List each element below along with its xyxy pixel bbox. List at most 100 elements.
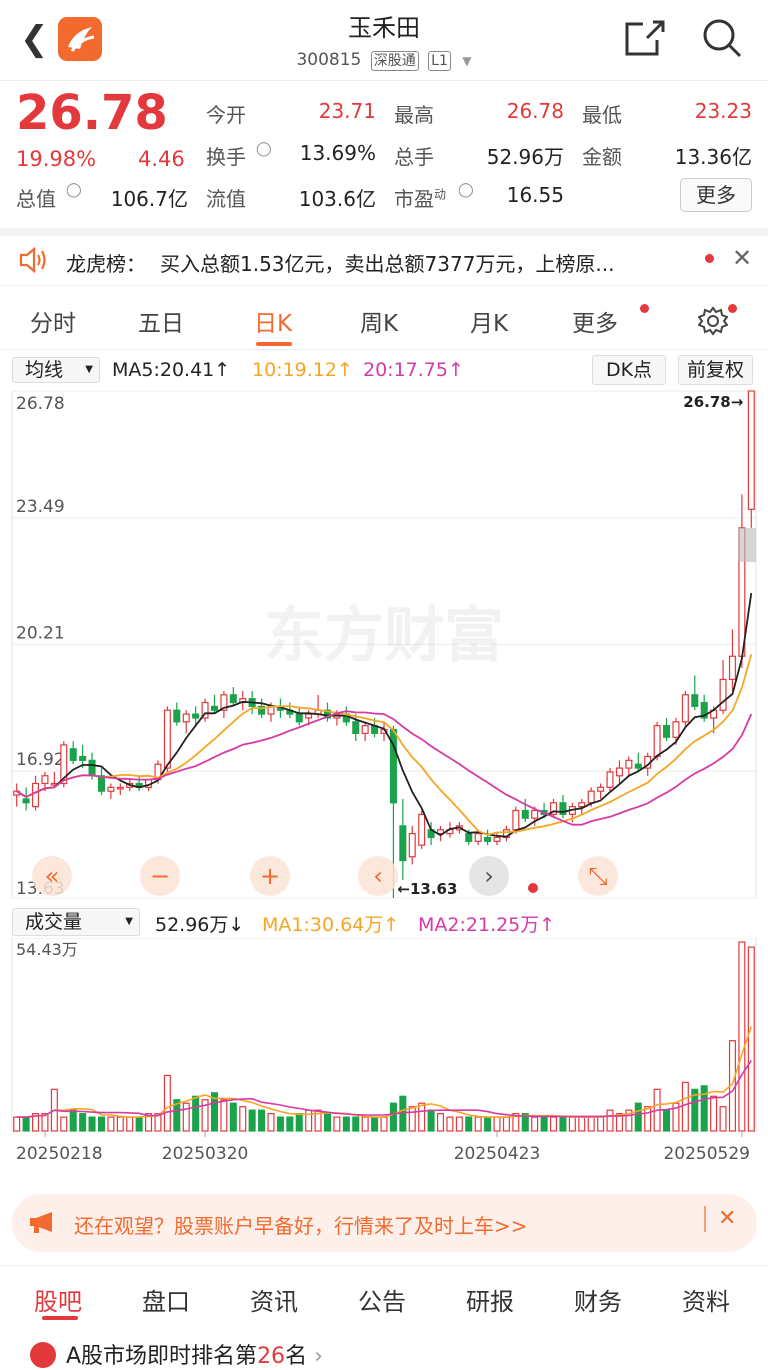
tab-weekly-k[interactable]: 周K: [360, 304, 398, 338]
volume-bar: [663, 1109, 671, 1132]
close-icon[interactable]: ✕: [718, 1206, 736, 1231]
promo-banner[interactable]: 还在观望？股票账户早备好，行情来了及时上车>> ✕: [12, 1194, 757, 1252]
tab-monthly-k[interactable]: 月K: [470, 304, 508, 338]
vol-ma2: MA2:21.25万↑: [418, 914, 556, 936]
control-glyph: +: [260, 862, 280, 890]
candle: [116, 786, 124, 790]
tab-indicator: [42, 1316, 78, 1320]
lhb-label: 龙虎榜：: [66, 252, 146, 276]
tab-5day[interactable]: 五日: [138, 304, 184, 338]
dropdown-arrow-icon: ▼: [125, 916, 133, 927]
dk-point-button[interactable]: DK点: [592, 355, 666, 385]
search-icon[interactable]: [700, 16, 744, 60]
volume-bar: [559, 1116, 567, 1132]
candle: [615, 767, 623, 777]
date-label: 20250320: [162, 1144, 249, 1164]
candle: [22, 798, 30, 804]
control-glyph: ⤡: [588, 862, 607, 890]
tab-pankou[interactable]: 盘口: [142, 1282, 190, 1317]
kline-chart[interactable]: 26.7823.4920.2116.9213.63东方财富26.78→←13.6…: [0, 388, 768, 906]
volume-bar: [644, 1106, 652, 1132]
candle: [493, 836, 501, 842]
promo-text: 还在观望？股票账户早备好，行情来了及时上车>>: [74, 1214, 528, 1238]
amount-label: 金额: [582, 145, 622, 169]
candle: [691, 694, 699, 707]
tab-announcements[interactable]: 公告: [358, 1282, 406, 1317]
float-value: 103.6亿: [298, 187, 376, 211]
volume-bar: [333, 1116, 341, 1132]
info-icon[interactable]: ◯: [66, 182, 82, 198]
volume-bar: [342, 1116, 350, 1132]
pe-value: 16.55: [506, 183, 564, 207]
candle: [512, 809, 520, 831]
volume-bar: [229, 1102, 237, 1132]
megaphone-icon: [28, 1210, 58, 1238]
share-icon[interactable]: [623, 16, 667, 60]
tab-more[interactable]: 更多: [572, 304, 618, 338]
volume-bar: [126, 1116, 134, 1132]
notification-dot: [640, 304, 649, 313]
tab-news[interactable]: 资讯: [250, 1282, 298, 1317]
volume-chart[interactable]: 54.43万 20250218 20250320 20250423 20250529: [0, 938, 768, 1168]
candle: [484, 836, 492, 842]
ma-selector[interactable]: 均线 ▼: [12, 357, 100, 383]
tab-profile[interactable]: 资料: [682, 1282, 730, 1317]
tab-guba[interactable]: 股吧: [34, 1282, 82, 1317]
zoom-in-icon[interactable]: +: [250, 856, 290, 896]
more-button[interactable]: 更多: [680, 178, 752, 212]
tab-indicator: [256, 342, 292, 346]
scroll-left-icon[interactable]: «: [32, 856, 72, 896]
volume-bar: [474, 1116, 482, 1132]
adjust-button[interactable]: 前复权: [678, 355, 753, 385]
low-value: 23.23: [694, 99, 752, 123]
volume-bar: [436, 1113, 445, 1132]
volume-bar: [69, 1109, 77, 1132]
min-price-tag: ←13.63: [397, 880, 457, 898]
control-glyph: ‹: [373, 862, 383, 890]
amount-value: 13.36亿: [674, 145, 752, 169]
volume-bar: [747, 946, 755, 1132]
y-tick-label: 16.92: [16, 750, 65, 770]
tab-minute[interactable]: 分时: [30, 304, 76, 338]
volume-bar: [13, 1116, 21, 1132]
volume-value: 52.96万↓: [155, 914, 245, 936]
cursor-highlight: [738, 528, 756, 562]
volume-selector[interactable]: 成交量 ▼: [12, 908, 140, 936]
prev-icon[interactable]: ‹: [358, 856, 398, 896]
volume-label: 总手: [394, 145, 434, 169]
volume-bar: [286, 1116, 294, 1132]
candle: [578, 802, 586, 808]
last-price: 26.78: [16, 85, 168, 141]
control-glyph: −: [150, 862, 170, 890]
settings-icon[interactable]: [697, 306, 729, 340]
date-label: 20250529: [663, 1144, 750, 1164]
candle: [606, 771, 614, 788]
period-tabs: 分时 五日 日K 周K 月K 更多: [0, 290, 768, 350]
turnover-value: 13.69%: [299, 141, 376, 165]
tab-finance[interactable]: 财务: [574, 1282, 622, 1317]
volume-bar: [493, 1116, 501, 1132]
market-rank-bar[interactable]: A股市场即时排名第26名 ›: [0, 1330, 768, 1369]
rank-icon: [30, 1342, 56, 1368]
close-icon[interactable]: ✕: [732, 244, 752, 272]
volume-bar: [427, 1109, 435, 1132]
tab-research[interactable]: 研报: [466, 1282, 514, 1317]
tab-daily-k[interactable]: 日K: [254, 304, 292, 338]
dropdown-arrow-icon[interactable]: ▼: [462, 54, 471, 68]
control-glyph: «: [45, 862, 60, 890]
quote-panel: 26.78 19.98% 4.46 今开 23.71 最高 26.78 最低 2…: [0, 80, 768, 220]
fullscreen-icon[interactable]: ⤡: [578, 856, 618, 896]
next-icon[interactable]: ›: [469, 856, 509, 896]
volume-bar: [719, 1106, 727, 1132]
candle: [653, 725, 661, 758]
info-icon[interactable]: ◯: [256, 141, 272, 157]
zoom-out-icon[interactable]: −: [140, 856, 180, 896]
volume-bar: [107, 1116, 115, 1132]
open-value: 23.71: [318, 99, 376, 123]
dragon-tiger-banner[interactable]: 龙虎榜： 买入总额1.53亿元，卖出总额7377万元，上榜原... ✕: [0, 228, 768, 286]
volume-bar: [549, 1116, 558, 1132]
rank-text: A股市场即时排名第26名 ›: [66, 1344, 323, 1369]
pe-label: 市盈动: [394, 187, 447, 211]
volume-bar: [239, 1106, 247, 1132]
low-label: 最低: [582, 103, 622, 127]
